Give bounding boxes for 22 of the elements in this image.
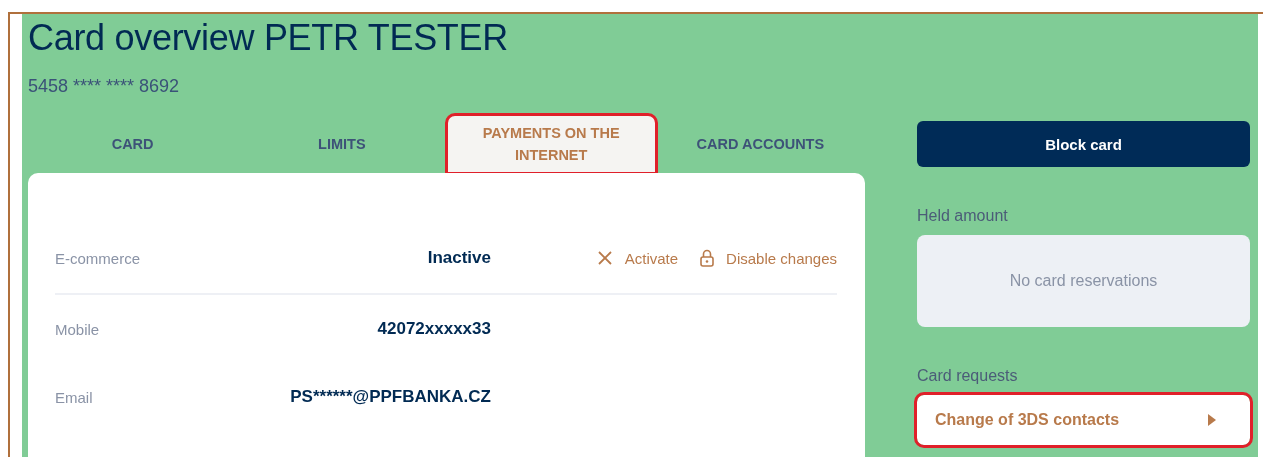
field-label: Email (55, 388, 94, 406)
close-icon (596, 250, 613, 266)
field-label: E-commerce (55, 249, 141, 267)
tab[interactable]: LIMITS (237, 115, 447, 173)
play-icon (1208, 414, 1216, 426)
tab[interactable]: CARD ACCOUNTS (655, 115, 865, 173)
tab[interactable]: PAYMENTS ON THE INTERNET (446, 115, 656, 173)
field-label: Mobile (55, 320, 101, 338)
tab[interactable]: CARD (28, 115, 238, 173)
field-value: Inactive (426, 248, 491, 268)
page-title: Card overview PETR TESTER (28, 16, 509, 60)
field-value: PS******@PPFBANKA.CZ (289, 387, 491, 407)
lock-link[interactable]: Disable changes (700, 249, 837, 267)
lock-icon (700, 249, 715, 267)
section-heading: Card requests (917, 367, 1019, 385)
request-item[interactable]: Change of 3DS contacts (917, 395, 1250, 445)
card-number: 5458 **** **** 8692 (28, 75, 181, 97)
empty-state-card: No card reservations (917, 235, 1250, 327)
block-card-button[interactable]: Block card (917, 121, 1250, 167)
section-heading: Held amount (917, 207, 1009, 225)
activate-link[interactable]: Activate (596, 249, 679, 267)
field-value: 42072xxxxx33 (376, 319, 491, 339)
